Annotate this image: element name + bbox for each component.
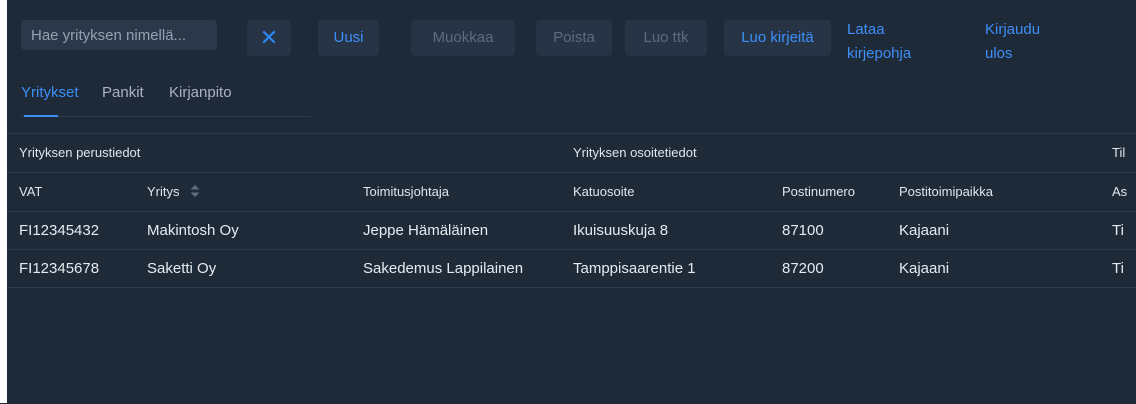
header-katuosoite: Katuosoite bbox=[573, 184, 635, 199]
cell-vat: FI12345432 bbox=[19, 222, 100, 239]
sort-icon[interactable] bbox=[190, 185, 200, 197]
header-truncated: As bbox=[1112, 184, 1128, 199]
window-left-edge bbox=[0, 0, 7, 403]
clear-search-button[interactable]: ✕ bbox=[247, 20, 291, 56]
search-input[interactable] bbox=[21, 20, 217, 50]
cell-truncated: Ti bbox=[1112, 222, 1124, 239]
table-group-header: Yrityksen perustiedot Yrityksen osoiteti… bbox=[7, 134, 1136, 173]
cell-vat: FI12345678 bbox=[19, 260, 100, 277]
edit-button[interactable]: Muokkaa bbox=[411, 20, 515, 56]
new-button[interactable]: Uusi bbox=[318, 20, 379, 56]
group-basic-info: Yrityksen perustiedot bbox=[19, 145, 141, 160]
header-postinumero: Postinumero bbox=[782, 184, 855, 199]
cell-postinumero: 87100 bbox=[782, 222, 824, 239]
tab-bar: Yritykset Pankit Kirjanpito bbox=[21, 80, 311, 117]
header-vat: VAT bbox=[19, 184, 43, 199]
download-letter-template-link[interactable]: Lataa kirjepohja bbox=[847, 18, 911, 66]
app-root: ✕ Uusi Muokkaa Poista Luo ttk Luo kirjei… bbox=[7, 0, 1136, 403]
logout-link[interactable]: Kirjaudu ulos bbox=[985, 18, 1040, 66]
delete-button[interactable]: Poista bbox=[536, 20, 612, 56]
cell-postinumero: 87200 bbox=[782, 260, 824, 277]
cell-yritys: Makintosh Oy bbox=[147, 222, 239, 239]
group-truncated: Til bbox=[1112, 145, 1126, 160]
cell-yritys: Saketti Oy bbox=[147, 260, 217, 277]
companies-table: Yrityksen perustiedot Yrityksen osoiteti… bbox=[7, 133, 1136, 404]
cell-truncated: Ti bbox=[1112, 260, 1124, 277]
close-icon: ✕ bbox=[259, 25, 279, 50]
cell-toimitusjohtaja: Sakedemus Lappilainen bbox=[363, 260, 524, 277]
cell-postitoimipaikka: Kajaani bbox=[899, 260, 950, 277]
table-header: VAT Yritys Toimitusjohtaja Katuosoite Po… bbox=[7, 173, 1136, 212]
create-ttk-button[interactable]: Luo ttk bbox=[625, 20, 707, 56]
cell-postitoimipaikka: Kajaani bbox=[899, 222, 950, 239]
cell-katuosoite: Ikuisuuskuja 8 bbox=[573, 222, 669, 239]
cell-katuosoite: Tamppisaarentie 1 bbox=[573, 260, 696, 277]
tab-kirjanpito[interactable]: Kirjanpito bbox=[169, 80, 232, 106]
header-yritys[interactable]: Yritys bbox=[147, 173, 200, 211]
table-row[interactable]: FI12345678 Saketti Oy Sakedemus Lappilai… bbox=[7, 250, 1136, 288]
tab-yritykset[interactable]: Yritykset bbox=[21, 80, 79, 106]
table-row[interactable]: FI12345432 Makintosh Oy Jeppe Hämäläinen… bbox=[7, 212, 1136, 250]
cell-toimitusjohtaja: Jeppe Hämäläinen bbox=[363, 222, 489, 239]
group-address-info: Yrityksen osoitetiedot bbox=[573, 145, 697, 160]
header-toimitusjohtaja: Toimitusjohtaja bbox=[363, 184, 449, 199]
header-postitoimipaikka: Postitoimipaikka bbox=[899, 184, 993, 199]
active-tab-indicator bbox=[24, 115, 58, 117]
tab-pankit[interactable]: Pankit bbox=[102, 80, 144, 106]
header-yritys-label: Yritys bbox=[147, 184, 180, 199]
create-letters-button[interactable]: Luo kirjeitä bbox=[724, 20, 831, 56]
